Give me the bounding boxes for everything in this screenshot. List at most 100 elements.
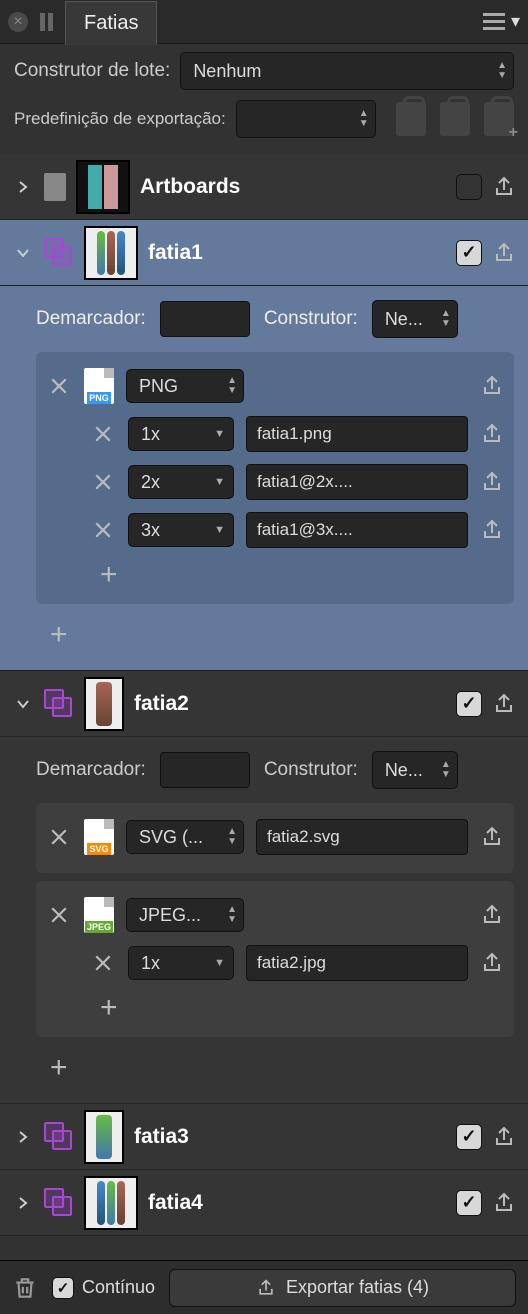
export-slices-button[interactable]: Exportar fatias (4) <box>169 1269 516 1307</box>
scale-select[interactable]: 1x▼ <box>128 946 234 980</box>
slice-row-fatia1[interactable]: fatia1 ✓ <box>0 220 528 286</box>
stepper-icon: ▲▼ <box>227 376 237 396</box>
stepper-icon: ▲▼ <box>227 827 237 847</box>
png-file-icon: PNG <box>84 368 114 404</box>
slice-title: fatia4 <box>148 1191 446 1215</box>
share-icon[interactable] <box>492 1190 516 1216</box>
share-icon[interactable] <box>480 824 504 850</box>
remove-scale-button[interactable] <box>90 421 116 447</box>
share-icon[interactable] <box>492 240 516 266</box>
slice-export-checkbox[interactable]: ✓ <box>456 1190 482 1216</box>
remove-format-button[interactable] <box>46 902 72 928</box>
share-icon[interactable] <box>480 902 504 928</box>
svg-file-icon: SVG <box>84 819 114 855</box>
chevron-right-icon[interactable] <box>12 176 34 198</box>
filename-field[interactable]: fatia1.png <box>246 416 468 452</box>
remove-scale-button[interactable] <box>90 469 116 495</box>
remove-scale-button[interactable] <box>90 517 116 543</box>
demarcador-label: Demarcador: <box>36 759 146 781</box>
filename-field[interactable]: fatia1@3x.... <box>246 512 468 548</box>
remove-format-button[interactable] <box>46 824 72 850</box>
slice-thumbnail <box>84 677 124 731</box>
scale-select[interactable]: 1x ▼ <box>128 417 234 451</box>
share-icon[interactable] <box>480 517 504 543</box>
scale-value: 3x <box>141 520 160 541</box>
format-card-jpeg: JPEG JPEG...▲▼ 1x▼ fatia2.jpg + <box>36 881 514 1037</box>
slice-title: fatia2 <box>134 692 446 716</box>
add-format-button[interactable]: + <box>36 604 514 652</box>
construtor-value: Ne... <box>385 760 423 781</box>
format-select[interactable]: PNG ▲▼ <box>126 369 244 403</box>
construtor-select[interactable]: Ne... ▲▼ <box>372 300 458 338</box>
export-preset-select[interactable]: ▲▼ <box>236 100 376 138</box>
slice-thumbnail <box>84 1176 138 1230</box>
continuous-label: Contínuo <box>82 1277 155 1298</box>
filename-field[interactable]: fatia1@2x.... <box>246 464 468 500</box>
clipboard-icon[interactable] <box>396 102 426 136</box>
export-preset-label: Predefinição de exportação: <box>14 109 226 129</box>
demarcador-field[interactable] <box>160 752 250 788</box>
export-button-label: Exportar fatias (4) <box>286 1277 429 1298</box>
filename-field[interactable]: fatia2.svg <box>256 819 468 855</box>
demarcador-field[interactable] <box>160 301 250 337</box>
share-icon[interactable] <box>480 421 504 447</box>
batch-builder-row: Construtor de lote: Nenhum ▲▼ <box>0 44 528 98</box>
slice-export-checkbox[interactable]: ✓ <box>456 240 482 266</box>
slice-title: fatia1 <box>148 241 446 265</box>
panel-menu-button[interactable]: ▾ <box>483 11 520 32</box>
export-preset-row: Predefinição de exportação: ▲▼ <box>0 98 528 154</box>
dropdown-icon: ▼ <box>214 428 225 440</box>
slice-row-fatia4[interactable]: fatia4 ✓ <box>0 1170 528 1236</box>
scale-select[interactable]: 2x▼ <box>128 465 234 499</box>
continuous-checkbox-wrap[interactable]: ✓ Contínuo <box>52 1277 155 1299</box>
artboards-export-checkbox[interactable] <box>456 174 482 200</box>
layers-icon <box>44 238 74 268</box>
stepper-icon: ▲▼ <box>359 109 369 129</box>
dropdown-icon: ▼ <box>214 476 225 488</box>
dropdown-icon: ▼ <box>214 524 225 536</box>
add-format-button[interactable]: + <box>36 1037 514 1085</box>
format-value: SVG (... <box>139 827 203 848</box>
remove-format-button[interactable] <box>46 373 72 399</box>
slice-row-fatia3[interactable]: fatia3 ✓ <box>0 1104 528 1170</box>
demarcador-label: Demarcador: <box>36 308 146 330</box>
share-icon[interactable] <box>492 174 516 200</box>
scale-value: 1x <box>141 424 160 445</box>
clipboard-add-icon[interactable] <box>484 102 514 136</box>
format-select[interactable]: JPEG...▲▼ <box>126 898 244 932</box>
close-icon[interactable]: × <box>8 12 28 32</box>
chevron-right-icon[interactable] <box>12 1126 34 1148</box>
share-icon[interactable] <box>492 1124 516 1150</box>
pause-icon <box>40 13 53 31</box>
share-icon[interactable] <box>480 950 504 976</box>
chevron-down-icon[interactable] <box>12 693 34 715</box>
trash-icon[interactable] <box>12 1273 38 1303</box>
scale-select[interactable]: 3x ▼ <box>128 513 234 547</box>
artboards-row[interactable]: Artboards <box>0 154 528 220</box>
format-value: PNG <box>139 376 178 397</box>
format-select[interactable]: SVG (... ▲▼ <box>126 820 244 854</box>
chevron-right-icon[interactable] <box>12 1192 34 1214</box>
tab-fatias[interactable]: Fatias <box>65 1 157 45</box>
add-scale-button[interactable]: + <box>46 554 504 592</box>
share-icon[interactable] <box>492 691 516 717</box>
share-icon[interactable] <box>480 373 504 399</box>
slice-body-fatia1: Demarcador: Construtor: Ne... ▲▼ PNG PNG… <box>0 286 528 671</box>
continuous-checkbox[interactable]: ✓ <box>52 1277 74 1299</box>
page-icon <box>44 173 66 201</box>
construtor-select[interactable]: Ne... ▲▼ <box>372 751 458 789</box>
slice-row-fatia2[interactable]: fatia2 ✓ <box>0 671 528 737</box>
construtor-value: Ne... <box>385 309 423 330</box>
chevron-down-icon[interactable] <box>12 242 34 264</box>
format-value: JPEG... <box>139 905 201 926</box>
slice-export-checkbox[interactable]: ✓ <box>456 1124 482 1150</box>
slice-export-checkbox[interactable]: ✓ <box>456 691 482 717</box>
layers-icon <box>44 1122 74 1152</box>
batch-builder-select[interactable]: Nenhum ▲▼ <box>180 52 514 90</box>
filename-field[interactable]: fatia2.jpg <box>246 945 468 981</box>
slice-title: fatia3 <box>134 1125 446 1149</box>
add-scale-button[interactable]: + <box>46 987 504 1025</box>
remove-scale-button[interactable] <box>90 950 116 976</box>
share-icon[interactable] <box>480 469 504 495</box>
clipboard-alt-icon[interactable] <box>440 102 470 136</box>
